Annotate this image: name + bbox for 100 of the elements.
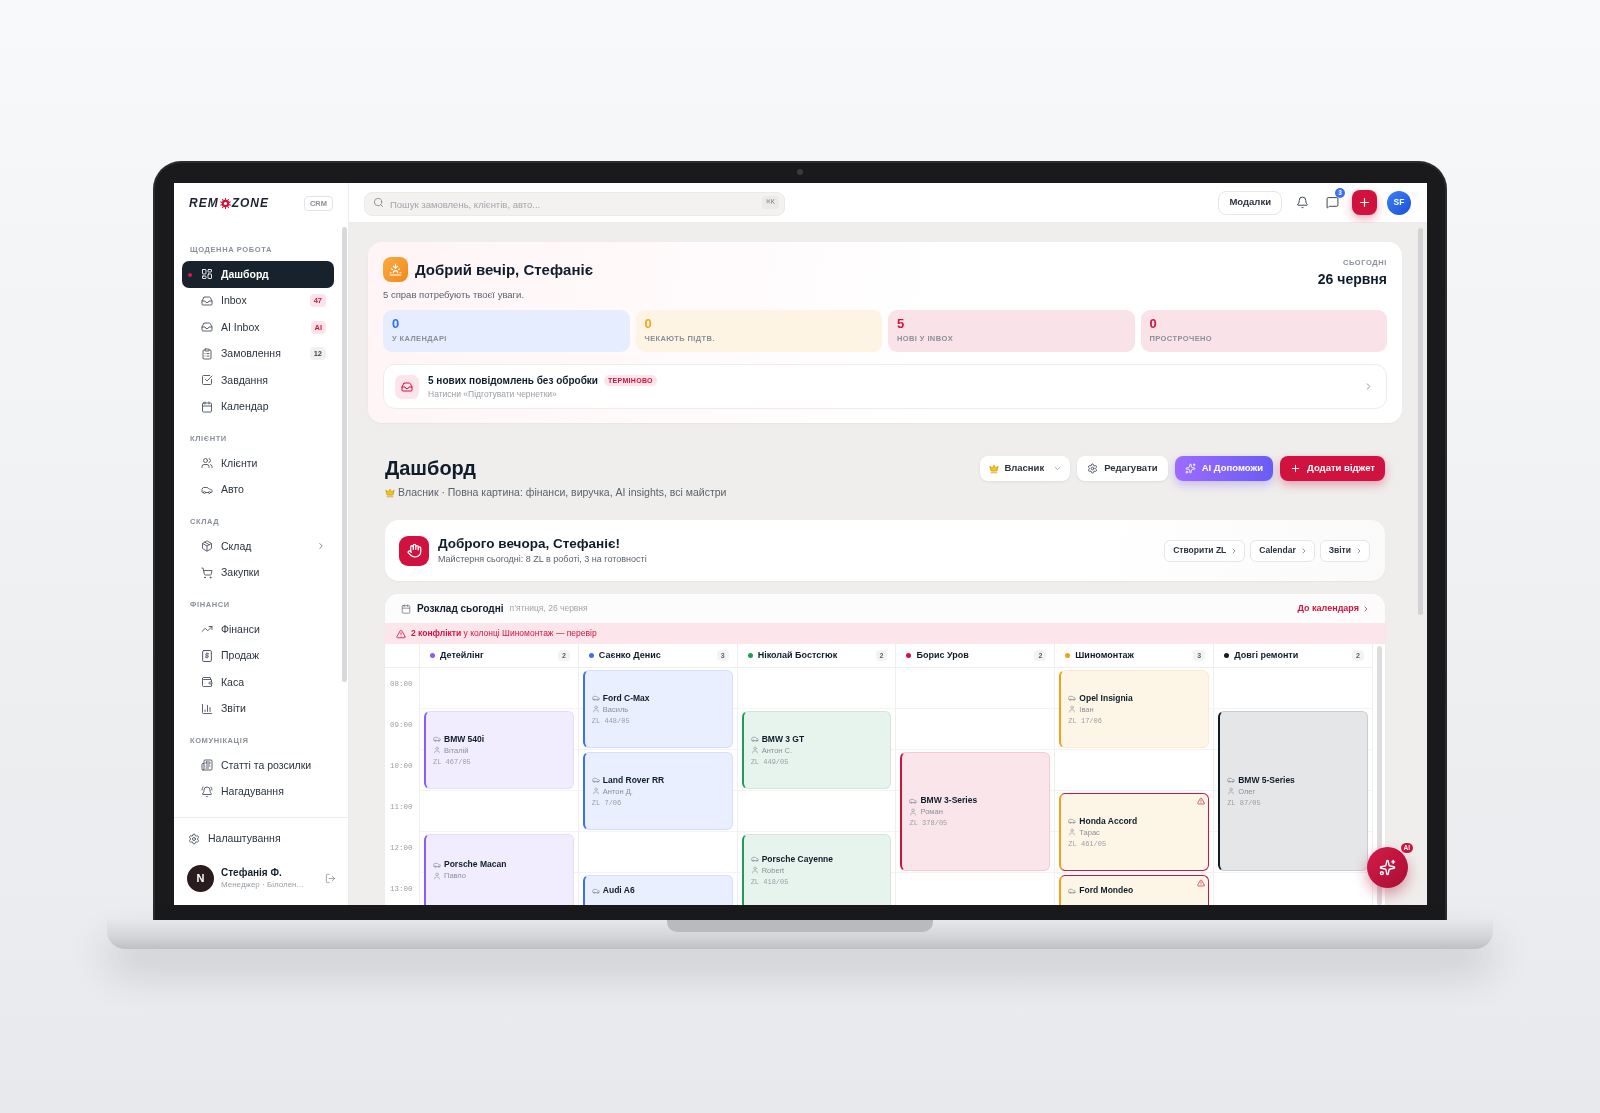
add-widget-button[interactable]: Додати віджет <box>1280 456 1385 481</box>
sidebar-item[interactable]: Нагадування <box>182 778 334 805</box>
alert-title: 5 нових повідомлень без обробки <box>428 373 598 387</box>
stat-value: 5 <box>897 316 906 332</box>
crown-icon <box>385 487 395 498</box>
greeting-title: Добрий вечір, Стефаніє <box>415 260 593 279</box>
sidebar-item[interactable]: Фінанси <box>182 616 334 643</box>
column-title: Ніколай Бостсгюк <box>757 650 838 661</box>
logo-text: ZONE <box>231 196 269 210</box>
plus-icon <box>1290 463 1302 474</box>
gear-icon <box>188 833 200 845</box>
sidebar-item[interactable]: Звіти <box>182 695 334 722</box>
crown-icon <box>989 463 1000 474</box>
sidebar-item[interactable]: Завдання <box>182 367 334 394</box>
chevron-right-icon <box>1355 546 1363 555</box>
car-icon <box>1227 776 1236 784</box>
sidebar-item[interactable]: Клієнти <box>182 450 334 477</box>
car-icon <box>909 796 918 805</box>
cart-icon <box>201 566 213 579</box>
welcome-subtitle: Майстерня сьогодні: 8 ZL в роботі, 3 на готовності <box>438 554 648 565</box>
car-name: Porsche Cayenne <box>761 853 833 865</box>
person-icon <box>433 746 441 754</box>
scrollbar[interactable] <box>342 227 347 682</box>
car-name: Audi A6 <box>602 885 635 896</box>
checkbox-icon <box>201 374 213 387</box>
car-name: Ford Mondeo <box>1079 885 1134 896</box>
shortcut-button[interactable]: Calendar <box>1250 539 1315 562</box>
page-title: Дашборд <box>385 456 478 480</box>
person-icon <box>1227 787 1236 795</box>
stat-value: 0 <box>392 316 401 332</box>
person-icon <box>750 746 759 754</box>
ai-help-button[interactable]: AI Допоможи <box>1174 456 1274 481</box>
page-subtitle: Власник · Повна картина: фінанси, виручка, AI insights, всі майстри <box>398 486 727 499</box>
sunset-icon <box>383 257 408 282</box>
dollar-document-icon <box>201 649 213 662</box>
gear-logo-icon <box>219 197 231 209</box>
shortcut-button[interactable]: Звіти <box>1319 539 1370 562</box>
inbox-icon <box>395 374 419 399</box>
conflict-text: 2 конфлікти у колонці Шиномонтаж — перевір <box>411 628 597 639</box>
sidebar-item[interactable]: Авто <box>182 476 334 503</box>
calendar-icon <box>201 400 213 413</box>
column-title: Борис Уров <box>916 650 969 661</box>
car-icon <box>433 735 441 743</box>
add-button[interactable] <box>1352 190 1377 215</box>
chevron-down-icon <box>1053 464 1063 473</box>
sidebar-item[interactable]: Статті та розсилки <box>182 752 334 779</box>
user-avatar[interactable]: SF <box>1387 190 1411 215</box>
schedule-date: п’ятниця, 26 червня <box>509 603 588 614</box>
scrollbar[interactable] <box>1418 228 1423 615</box>
stat-value: 0 <box>644 316 653 332</box>
greeting-subtitle: 5 справ потребують твоєї уваги. <box>383 289 526 301</box>
box-icon <box>201 540 213 553</box>
chat-bubble-icon <box>1325 196 1339 209</box>
users-icon <box>201 457 213 470</box>
car-icon <box>591 776 600 784</box>
car-name: Ford C-Max <box>602 692 650 704</box>
warning-icon <box>396 628 406 639</box>
column-title: Довгі ремонти <box>1234 650 1299 661</box>
person-icon <box>909 807 918 816</box>
shortcut-button[interactable]: Створити ZL <box>1164 539 1246 562</box>
alert-hint: Натисни «Підготувати чернетки» <box>428 388 558 400</box>
newspaper-icon <box>201 759 213 772</box>
car-name: Porsche Macan <box>444 859 507 870</box>
plus-icon <box>1358 196 1371 209</box>
edit-button[interactable]: Редагувати <box>1077 456 1168 481</box>
column-title: Саєнко Денис <box>598 650 661 661</box>
car-name: Honda Accord <box>1079 815 1138 827</box>
user-avatar: N <box>187 865 214 892</box>
appointment-card[interactable]: Ford Mondeo <box>1059 875 1210 905</box>
inbox-icon <box>201 321 213 334</box>
car-icon <box>1068 694 1077 702</box>
sparkles-icon <box>1379 859 1396 876</box>
warning-icon <box>1197 879 1206 887</box>
modal-button[interactable]: Модалки <box>1218 190 1282 215</box>
calendar-link[interactable]: До календаря <box>1297 601 1370 616</box>
person-icon <box>1068 705 1077 713</box>
car-name: BMW 3-Series <box>920 795 978 806</box>
schedule-title: Розклад сьогодні <box>417 602 504 615</box>
wallet-icon <box>201 676 213 689</box>
car-icon <box>1068 817 1077 825</box>
appointment-card[interactable]: Audi A6 <box>582 875 733 905</box>
car-name: BMW 3 GT <box>761 733 805 745</box>
column-title: Детейлінг <box>440 650 484 661</box>
role-select[interactable]: Власник <box>980 456 1071 481</box>
sidebar-item[interactable]: Календар <box>182 393 334 420</box>
sidebar-item[interactable]: Каса <box>182 669 334 696</box>
calendar-icon <box>401 603 411 614</box>
sidebar-item[interactable]: Дашборд <box>182 261 334 288</box>
stat-value: 0 <box>1149 316 1158 332</box>
car-name: Land Rover RR <box>602 774 665 786</box>
sidebar-item[interactable]: Закупки <box>182 559 334 586</box>
settings-link[interactable]: Налаштування <box>186 827 336 851</box>
car-name: BMW 540i <box>444 733 485 745</box>
sidebar-item[interactable]: Продаж <box>182 642 334 669</box>
chevron-right-icon <box>1362 604 1370 613</box>
user-name: Стефанія Ф. <box>221 867 283 879</box>
sparkles-icon <box>1184 463 1196 474</box>
sidebar-item[interactable]: Склад <box>182 533 334 560</box>
warning-icon <box>1197 797 1206 805</box>
bell-ring-icon <box>201 785 213 798</box>
